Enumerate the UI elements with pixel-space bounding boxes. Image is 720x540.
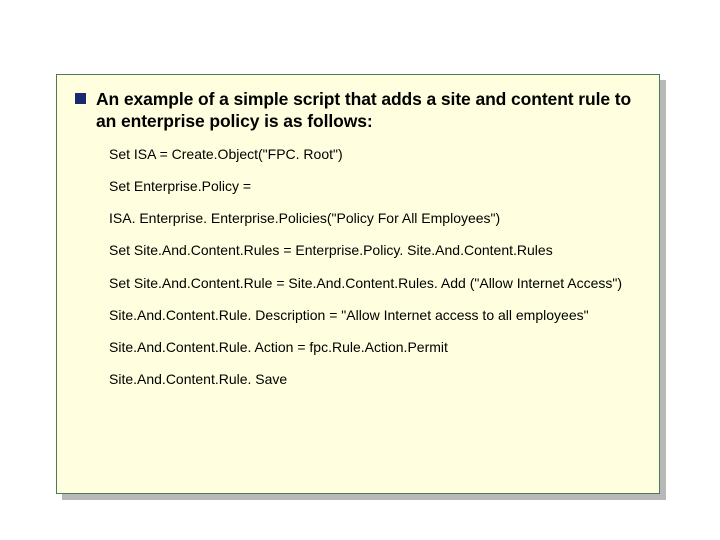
heading-row: An example of a simple script that adds … xyxy=(75,89,649,133)
script-line: Set ISA = Create.Object("FPC. Root") xyxy=(109,145,643,163)
script-line: ISA. Enterprise. Enterprise.Policies("Po… xyxy=(109,209,643,227)
script-line: Site.And.Content.Rule. Description = "Al… xyxy=(109,306,643,324)
content-card: An example of a simple script that adds … xyxy=(56,74,660,494)
script-line: Set Site.And.Content.Rule = Site.And.Con… xyxy=(109,274,643,292)
script-line: Site.And.Content.Rule. Action = fpc.Rule… xyxy=(109,338,643,356)
square-bullet-icon xyxy=(75,93,86,104)
script-line: Set Enterprise.Policy = xyxy=(109,177,643,195)
script-lines: Set ISA = Create.Object("FPC. Root") Set… xyxy=(75,145,649,389)
heading-text: An example of a simple script that adds … xyxy=(96,89,649,133)
script-line: Site.And.Content.Rule. Save xyxy=(109,370,643,388)
script-line: Set Site.And.Content.Rules = Enterprise.… xyxy=(109,241,643,259)
